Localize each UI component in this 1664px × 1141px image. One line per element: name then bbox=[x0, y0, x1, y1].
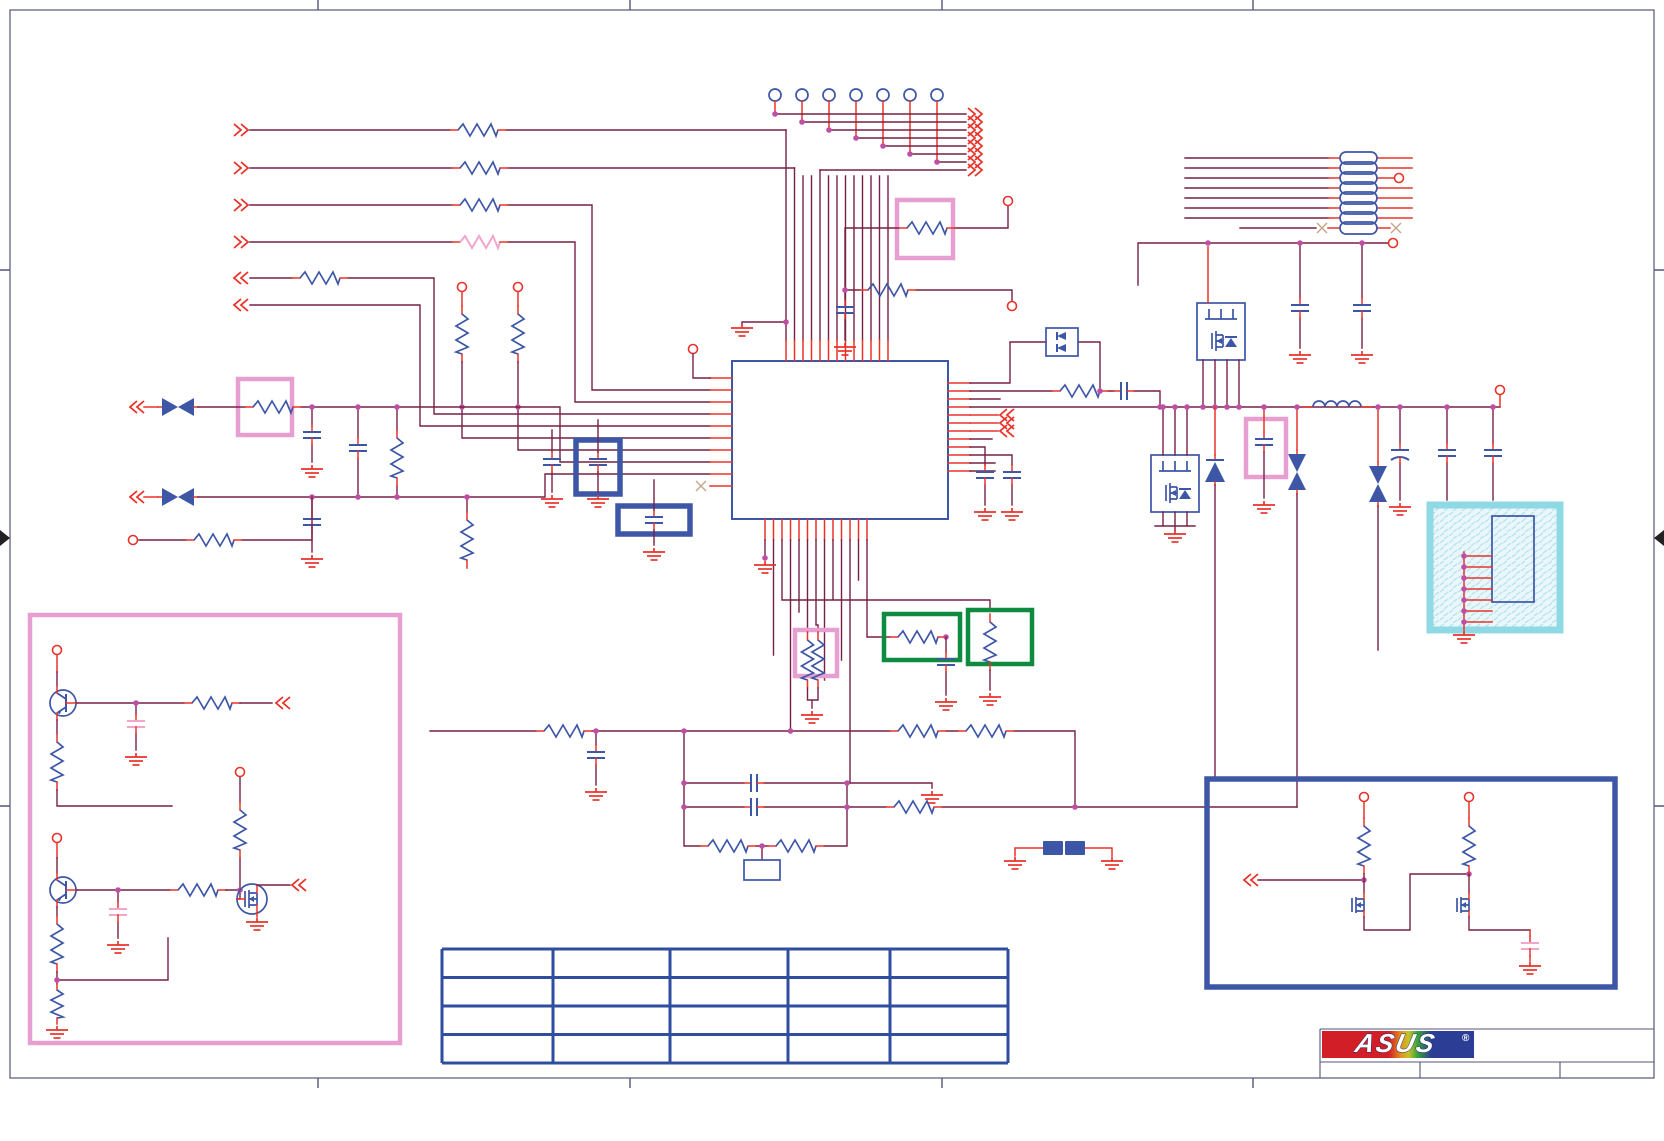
blue-highlight-frame bbox=[1204, 776, 1618, 990]
sheet-frame bbox=[0, 0, 1664, 1088]
transient-diode bbox=[1287, 449, 1307, 495]
mosfet-transistor bbox=[236, 883, 268, 915]
left-diode-rails bbox=[127, 376, 711, 568]
ic-right-pins bbox=[947, 382, 971, 472]
ic-top-bus bbox=[785, 129, 889, 341]
revision-table bbox=[440, 947, 1010, 1065]
test-point-circle bbox=[768, 88, 782, 102]
mosfet-transistor bbox=[1351, 892, 1365, 918]
ic-bottom-pins bbox=[764, 518, 868, 541]
pink-capacitor bbox=[108, 901, 128, 923]
no-connect-mark bbox=[695, 480, 707, 492]
pink-highlight-frame bbox=[27, 612, 403, 1046]
teal-connector-area bbox=[1426, 501, 1564, 644]
asus-logo-text: ASUS bbox=[1352, 1028, 1440, 1058]
top-middle-nets bbox=[833, 195, 1018, 356]
ferrite-bead bbox=[1065, 841, 1085, 855]
power-node bbox=[456, 281, 468, 293]
mosfet-transistor bbox=[1456, 892, 1470, 918]
ic-body bbox=[731, 360, 949, 520]
npn-transistor bbox=[49, 685, 78, 721]
mosfet-package bbox=[1150, 454, 1200, 513]
bottom-right-circuit bbox=[1204, 776, 1618, 990]
title-block: ASUS ® bbox=[1319, 1028, 1654, 1078]
inductor bbox=[1312, 400, 1362, 408]
npn-transistor bbox=[49, 872, 78, 908]
pink-capacitor bbox=[1520, 935, 1540, 957]
ferrite-bead bbox=[1043, 841, 1063, 855]
pink-resistor bbox=[451, 235, 509, 249]
mosfet-package bbox=[1196, 302, 1246, 361]
pink-capacitor bbox=[126, 713, 146, 735]
registered-mark: ® bbox=[1462, 1033, 1470, 1044]
transient-diode bbox=[1368, 461, 1388, 507]
green-highlight-box bbox=[965, 607, 1035, 667]
pink-highlight-box bbox=[894, 197, 956, 261]
bottom-bus bbox=[753, 539, 1035, 784]
left-input-nets bbox=[233, 123, 796, 451]
crystal bbox=[743, 859, 781, 881]
dual-diode-bowtie bbox=[157, 397, 199, 417]
oscillator-nets bbox=[429, 724, 1298, 881]
teal-highlight-box bbox=[1426, 501, 1564, 634]
main-ic bbox=[687, 319, 971, 541]
right-network bbox=[969, 246, 1506, 808]
diode-array bbox=[1045, 327, 1079, 357]
ic-left-pins bbox=[709, 377, 733, 487]
dual-diode-bowtie bbox=[157, 487, 199, 507]
polarized-capacitor bbox=[1390, 442, 1410, 464]
power-diode bbox=[1204, 454, 1226, 486]
pink-highlight-box bbox=[1243, 416, 1289, 480]
resistor bbox=[449, 123, 507, 137]
left-center-marker bbox=[0, 530, 10, 546]
schematic-page: ASUS ® bbox=[0, 0, 1664, 1141]
right-center-marker bbox=[1654, 530, 1664, 546]
top-test-points bbox=[768, 88, 983, 341]
bottom-left-circuit bbox=[27, 612, 403, 1046]
ic-top-pins bbox=[785, 339, 889, 362]
resistor-network bbox=[1137, 151, 1413, 364]
schematic-canvas: ASUS ® bbox=[0, 0, 1664, 1088]
